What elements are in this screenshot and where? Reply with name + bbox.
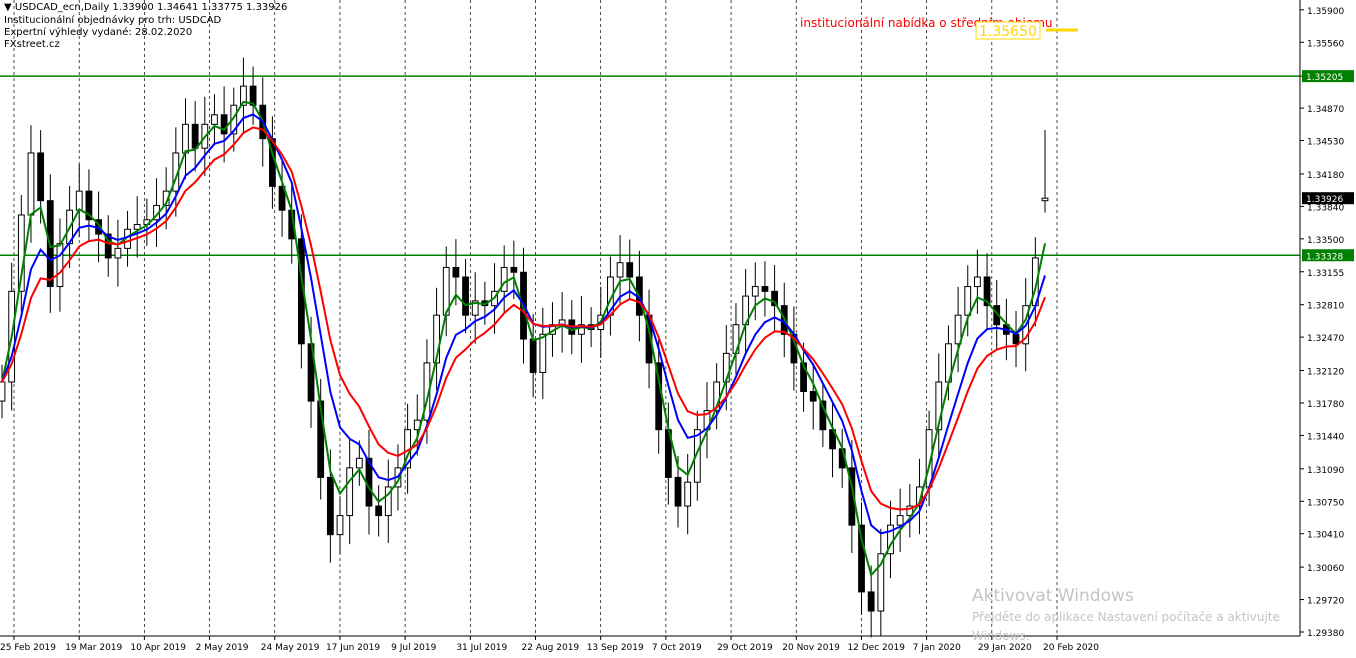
candle-body bbox=[500, 266, 508, 292]
y-tick-label: 1.31090 bbox=[1307, 466, 1344, 476]
candle-body bbox=[27, 152, 35, 216]
candle-body bbox=[809, 391, 817, 402]
candle-body bbox=[510, 266, 518, 273]
candle-body bbox=[751, 286, 759, 297]
target-price-label: 1.35650 bbox=[979, 24, 1037, 40]
y-tick-label: 1.35900 bbox=[1307, 7, 1344, 17]
collapse-triangle-icon[interactable]: ▼ bbox=[4, 2, 12, 13]
level-tag-label: 1.33328 bbox=[1306, 252, 1343, 262]
symbol-header: ▼ USDCAD_ecn,Daily 1.33900 1.34641 1.337… bbox=[4, 2, 287, 14]
y-tick-label: 1.29720 bbox=[1307, 597, 1344, 607]
x-tick-label: 9 Jul 2019 bbox=[391, 643, 436, 653]
candle-body bbox=[355, 457, 363, 469]
candle-body bbox=[674, 476, 682, 507]
candle-body bbox=[75, 190, 83, 211]
x-tick-label: 7 Oct 2019 bbox=[652, 643, 702, 653]
y-tick-label: 1.34870 bbox=[1307, 105, 1344, 115]
watermark-title: Aktivovat Windows bbox=[972, 586, 1134, 606]
candle-body bbox=[326, 476, 334, 536]
x-tick-label: 13 Sep 2019 bbox=[587, 643, 644, 653]
price-chart[interactable]: 1.35900 1.35560 1.35205 1.34870 1.34530 1.341… bbox=[0, 0, 1356, 658]
candle-body bbox=[336, 515, 344, 536]
x-tick-label: 29 Jan 2020 bbox=[978, 643, 1032, 653]
candle-body bbox=[182, 123, 189, 154]
candle-body bbox=[37, 152, 45, 202]
candle-body bbox=[974, 276, 981, 288]
y-tick-label: 1.30750 bbox=[1307, 498, 1344, 508]
candle-body bbox=[452, 266, 460, 278]
x-tick-label: 17 Jun 2019 bbox=[326, 643, 380, 653]
candle-body bbox=[375, 505, 383, 517]
candle-body bbox=[761, 286, 769, 292]
info-line-orders: Institucionální objednávky pro trh: USDC… bbox=[4, 15, 222, 26]
y-tick-label: 1.34530 bbox=[1307, 138, 1344, 148]
candle-body bbox=[529, 338, 537, 373]
candle-body bbox=[1041, 197, 1049, 202]
y-tick-label: 1.31780 bbox=[1307, 400, 1344, 410]
y-tick-label: 1.34180 bbox=[1307, 171, 1344, 181]
x-tick-label: 22 Aug 2019 bbox=[522, 643, 580, 653]
time-axis: 25 Feb 2019 19 Mar 2019 10 Apr 2019 2 May 2… bbox=[0, 636, 1099, 653]
y-tick-label: 1.29380 bbox=[1307, 629, 1344, 639]
y-tick-label: 1.31440 bbox=[1307, 432, 1344, 442]
x-tick-label: 29 Oct 2019 bbox=[717, 643, 773, 653]
price-axis: 1.35900 1.35560 1.35205 1.34870 1.34530 1.341… bbox=[1300, 7, 1354, 639]
x-tick-label: 24 May 2019 bbox=[261, 643, 320, 653]
current-price-label: 1.33926 bbox=[1306, 195, 1343, 205]
x-tick-label: 31 Jul 2019 bbox=[456, 643, 507, 653]
candle-body bbox=[1012, 333, 1020, 345]
candle-body bbox=[954, 314, 962, 345]
x-tick-label: 12 Dec 2019 bbox=[847, 643, 905, 653]
candle-body bbox=[616, 262, 624, 278]
watermark-line: Přejděte do aplikace Nastavení počítače … bbox=[972, 610, 1280, 624]
y-tick-label: 1.30410 bbox=[1307, 531, 1344, 541]
candle-body bbox=[220, 114, 228, 135]
level-tag-label: 1.35205 bbox=[1306, 73, 1343, 83]
candle-body bbox=[114, 247, 122, 259]
candle-body bbox=[964, 286, 972, 316]
watermark-line-end: Windows. bbox=[972, 629, 1030, 643]
y-tick-label: 1.33500 bbox=[1307, 236, 1344, 246]
x-tick-label: 25 Feb 2019 bbox=[0, 643, 56, 653]
y-tick-label: 1.35560 bbox=[1307, 39, 1344, 49]
candle-body bbox=[346, 467, 354, 517]
x-tick-label: 19 Mar 2019 bbox=[65, 643, 122, 653]
candle-body bbox=[191, 123, 199, 149]
x-tick-label: 20 Nov 2019 bbox=[782, 643, 840, 653]
info-line-source: FXstreet.cz bbox=[4, 39, 60, 50]
y-tick-label: 1.32810 bbox=[1307, 302, 1344, 312]
candle-body bbox=[896, 515, 904, 526]
y-tick-label: 1.33155 bbox=[1307, 269, 1344, 279]
x-tick-label: 10 Apr 2019 bbox=[130, 643, 186, 653]
candle-body bbox=[539, 333, 547, 373]
x-tick-label: 2 May 2019 bbox=[196, 643, 249, 653]
y-tick-label: 1.32470 bbox=[1307, 334, 1344, 344]
info-line-outlooks: Expertní výhledy vydané: 28.02.2020 bbox=[4, 27, 193, 38]
candle-body bbox=[0, 381, 6, 402]
y-tick-label: 1.32120 bbox=[1307, 368, 1344, 378]
y-tick-label: 1.30060 bbox=[1307, 564, 1344, 574]
candle-body bbox=[626, 262, 634, 278]
candle-body bbox=[211, 114, 218, 125]
candle-body bbox=[462, 276, 469, 316]
symbol-ohlc: USDCAD_ecn,Daily 1.33900 1.34641 1.33775… bbox=[14, 2, 288, 13]
candle-body bbox=[56, 243, 64, 288]
x-tick-label: 7 Jan 2020 bbox=[913, 643, 961, 653]
candle-body bbox=[867, 591, 875, 612]
x-tick-label: 20 Feb 2020 bbox=[1043, 643, 1099, 653]
candle-body bbox=[684, 481, 692, 507]
